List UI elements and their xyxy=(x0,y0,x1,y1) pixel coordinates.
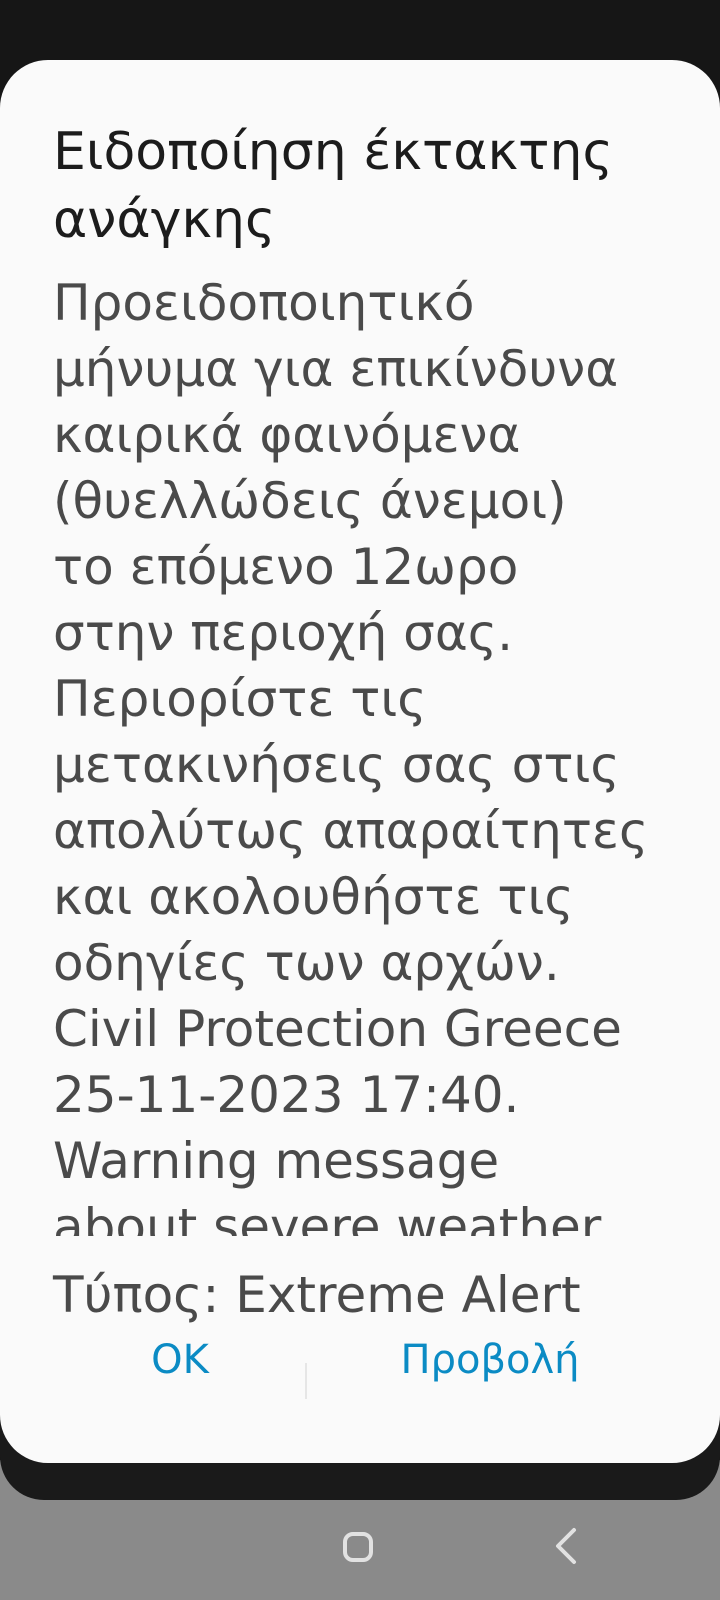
alert-type: Τύπος: Extreme Alert xyxy=(53,1266,581,1324)
message-scroll-area[interactable]: Προειδοποιητικό μήνυμα για επικίνδυνα κα… xyxy=(53,270,703,1236)
back-chevron-icon[interactable] xyxy=(548,1526,588,1566)
alert-message: Προειδοποιητικό μήνυμα για επικίνδυνα κα… xyxy=(53,274,649,1236)
view-button[interactable]: Προβολή xyxy=(380,1320,600,1400)
home-square-icon[interactable] xyxy=(343,1532,373,1562)
ok-button[interactable]: OK xyxy=(100,1320,260,1400)
dialog-buttons: OK Προβολή xyxy=(0,1320,720,1400)
button-divider xyxy=(305,1363,307,1399)
dialog-title: Ειδοποίηση έκτακτης ανάγκης xyxy=(53,122,613,250)
screen: Ειδοποίηση έκτακτης ανάγκης Προειδοποιητ… xyxy=(0,0,720,1600)
